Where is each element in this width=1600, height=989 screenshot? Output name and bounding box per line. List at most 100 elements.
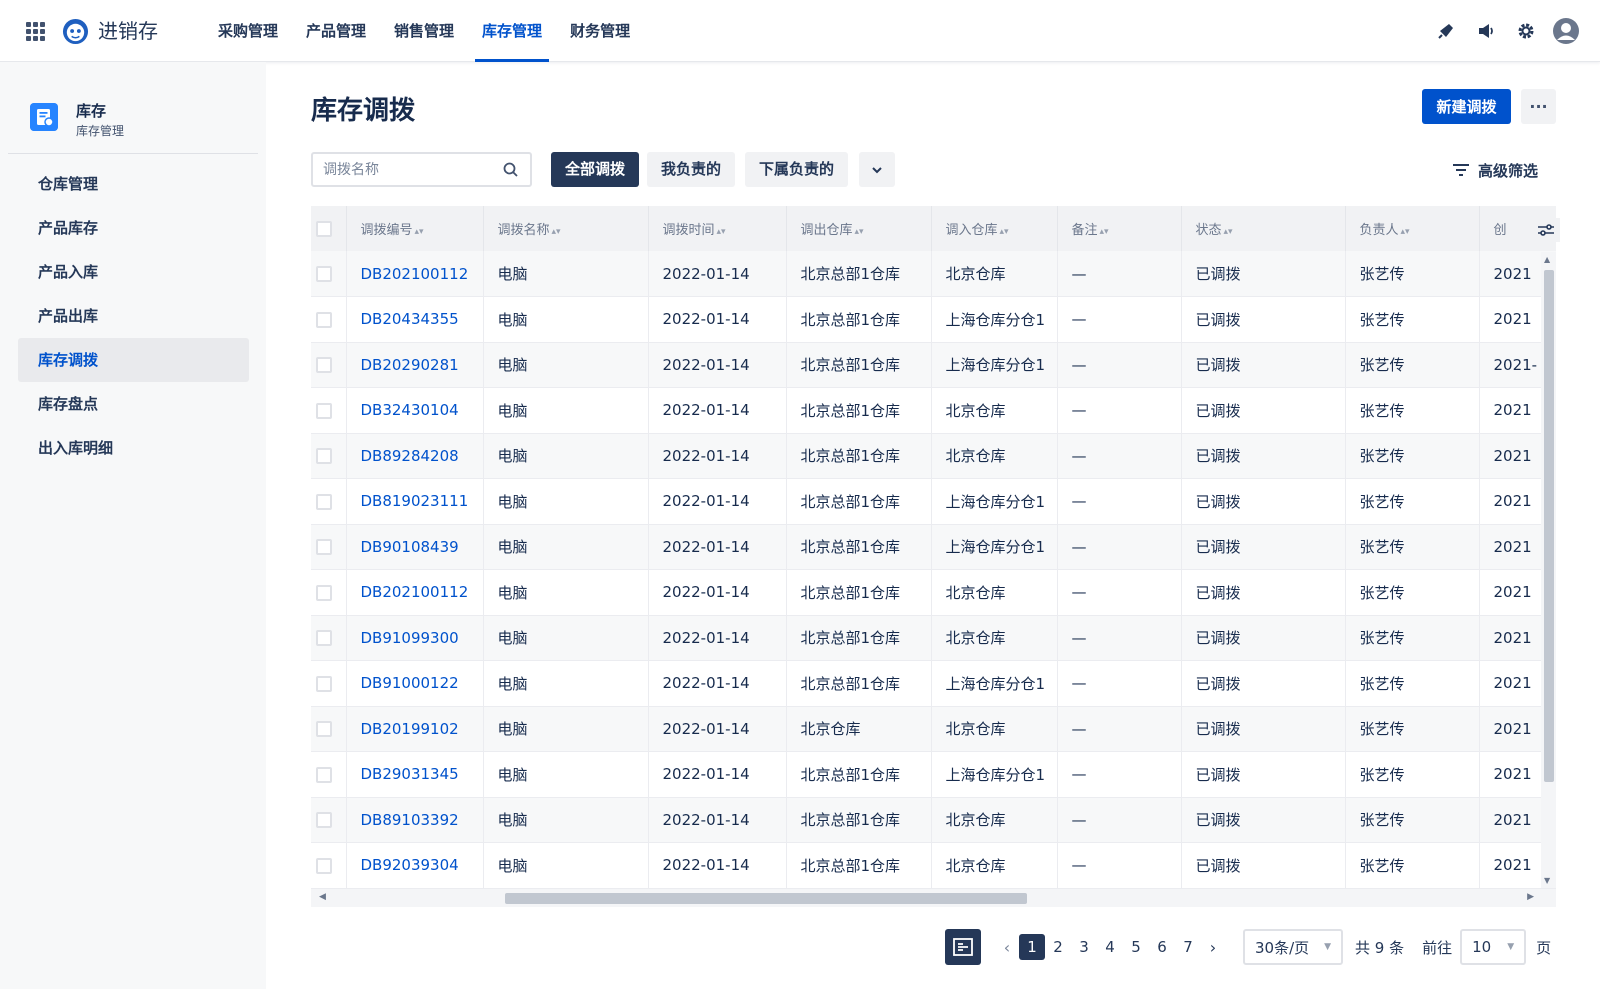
nav-product[interactable]: 产品管理	[296, 0, 376, 62]
tab-all-transfers[interactable]: 全部调拨	[551, 152, 640, 187]
row-checkbox[interactable]	[316, 448, 332, 465]
sidebar-item-warehouse[interactable]: 仓库管理	[18, 162, 249, 206]
transfer-code-link[interactable]: DB819023111	[361, 492, 469, 510]
row-checkbox[interactable]	[316, 675, 332, 692]
sidebar-item-in-out-detail[interactable]: 出入库明细	[18, 426, 249, 470]
view-toggle-icon[interactable]	[945, 929, 981, 965]
avatar-icon[interactable]	[1550, 15, 1582, 47]
scroll-right-arrow-icon[interactable]: ▶	[1527, 892, 1534, 902]
sidebar-item-stock-in[interactable]: 产品入库	[18, 250, 249, 294]
row-select-cell	[311, 524, 347, 570]
horizontal-scrollbar[interactable]: ◀ ▶	[311, 889, 1556, 907]
column-settings-icon[interactable]	[1532, 218, 1560, 242]
notification-icon[interactable]	[1430, 15, 1462, 47]
cell-in-warehouse: 北京仓库	[931, 569, 1058, 616]
select-all-checkbox[interactable]	[316, 220, 332, 237]
gear-icon[interactable]	[1510, 15, 1542, 47]
search-icon[interactable]	[502, 161, 520, 179]
prev-page-icon[interactable]: ‹	[995, 938, 1019, 957]
table-row[interactable]: DB32430104 电脑 2022-01-14 北京总部1仓库 北京仓库 — 已调拨 张艺传…	[311, 387, 1556, 434]
table-row[interactable]: DB20290281 电脑 2022-01-14 北京总部1仓库 上海仓库分仓1— 已调拨…	[311, 342, 1556, 388]
table-row[interactable]: DB90108439 电脑 2022-01-14 北京总部1仓库 上海仓库分仓1— 已调拨…	[311, 524, 1556, 570]
transfer-code-link[interactable]: DB32430104	[361, 401, 459, 419]
sidebar-item-transfer[interactable]: 库存调拨	[18, 338, 249, 382]
table-row[interactable]: DB89103392 电脑 2022-01-14 北京总部1仓库 北京仓库 — 已调拨 张艺传…	[311, 797, 1556, 843]
advanced-filter-button[interactable]: 高级筛选	[1452, 158, 1538, 182]
page-number[interactable]: 2	[1045, 934, 1071, 960]
row-checkbox[interactable]	[316, 493, 332, 510]
col-header-status[interactable]: 状态 ▴▾	[1181, 206, 1346, 251]
col-header-note[interactable]: 备注 ▴▾	[1057, 206, 1182, 251]
transfer-code-link[interactable]: DB29031345	[361, 765, 459, 783]
table-row[interactable]: DB29031345 电脑 2022-01-14 北京总部1仓库 上海仓库分仓1— 已调拨…	[311, 751, 1556, 798]
transfer-code-link[interactable]: DB20290281	[361, 356, 459, 374]
transfer-code-link[interactable]: DB90108439	[361, 538, 459, 556]
more-icon[interactable]: ···	[1521, 89, 1556, 124]
new-transfer-button[interactable]: 新建调拨	[1422, 89, 1511, 124]
sidebar-item-stocktake[interactable]: 库存盘点	[18, 382, 249, 426]
transfer-code-link[interactable]: DB89284208	[361, 447, 459, 465]
transfer-code-link[interactable]: DB202100112	[361, 583, 469, 601]
col-header-out-warehouse[interactable]: 调出仓库 ▴▾	[786, 206, 932, 251]
table-row[interactable]: DB20434355 电脑 2022-01-14 北京总部1仓库 上海仓库分仓1— 已调拨…	[311, 296, 1556, 343]
row-checkbox[interactable]	[316, 857, 332, 874]
transfer-code-link[interactable]: DB91000122	[361, 674, 459, 692]
transfer-code-link[interactable]: DB202100112	[361, 265, 469, 283]
row-checkbox[interactable]	[316, 630, 332, 647]
transfer-code-link[interactable]: DB89103392	[361, 811, 459, 829]
scroll-up-arrow-icon[interactable]: ▲	[1544, 255, 1550, 264]
col-header-name[interactable]: 调拨名称 ▴▾	[483, 206, 649, 251]
table-row[interactable]: DB20199102 电脑 2022-01-14 北京仓库 北京仓库 — 已调拨 张艺传 202…	[311, 706, 1556, 752]
next-page-icon[interactable]: ›	[1201, 938, 1225, 957]
sidebar-item-stock-out[interactable]: 产品出库	[18, 294, 249, 338]
row-checkbox[interactable]	[316, 402, 332, 419]
row-checkbox[interactable]	[316, 584, 332, 601]
row-checkbox[interactable]	[316, 721, 332, 738]
page-size-select[interactable]: 30条/页 ▼	[1243, 929, 1343, 965]
nav-purchase[interactable]: 采购管理	[208, 0, 288, 62]
transfer-code-link[interactable]: DB20434355	[361, 310, 459, 328]
filter-dropdown[interactable]	[859, 152, 895, 187]
vertical-scrollbar[interactable]: ▲ ▼	[1541, 252, 1556, 888]
nav-sales[interactable]: 销售管理	[384, 0, 464, 62]
vertical-scroll-thumb[interactable]	[1544, 270, 1554, 782]
scroll-down-arrow-icon[interactable]: ▼	[1544, 876, 1550, 885]
table-row[interactable]: DB91000122 电脑 2022-01-14 北京总部1仓库 上海仓库分仓1— 已调拨…	[311, 660, 1556, 707]
row-checkbox[interactable]	[316, 766, 332, 783]
page-number[interactable]: 3	[1071, 934, 1097, 960]
sidebar-item-product-stock[interactable]: 产品库存	[18, 206, 249, 250]
goto-page-select[interactable]: 10 ▼	[1460, 929, 1527, 965]
search-input[interactable]	[323, 160, 493, 180]
row-checkbox[interactable]	[316, 539, 332, 556]
col-header-in-warehouse[interactable]: 调入仓库 ▴▾	[931, 206, 1058, 251]
col-header-time[interactable]: 调拨时间 ▴▾	[648, 206, 787, 251]
table-row[interactable]: DB91099300 电脑 2022-01-14 北京总部1仓库 北京仓库 — 已调拨 张艺传…	[311, 615, 1556, 661]
page-number[interactable]: 7	[1175, 934, 1201, 960]
table-row[interactable]: DB89284208 电脑 2022-01-14 北京总部1仓库 北京仓库 — 已调拨 张艺传…	[311, 433, 1556, 479]
table-row[interactable]: DB92039304 电脑 2022-01-14 北京总部1仓库 北京仓库 — 已调拨 张艺传…	[311, 842, 1556, 889]
col-header-owner[interactable]: 负责人 ▴▾	[1345, 206, 1480, 251]
row-checkbox[interactable]	[316, 812, 332, 829]
table-row[interactable]: DB819023111 电脑 2022-01-14 北京总部1仓库 上海仓库分仓1— 已调…	[311, 478, 1556, 525]
col-header-code[interactable]: 调拨编号 ▴▾	[346, 206, 484, 251]
page-number[interactable]: 1	[1019, 934, 1045, 960]
row-checkbox[interactable]	[316, 266, 332, 282]
tab-subordinate-responsible[interactable]: 下属负责的	[745, 152, 849, 187]
transfer-code-link[interactable]: DB92039304	[361, 856, 459, 874]
transfer-code-link[interactable]: DB91099300	[361, 629, 459, 647]
tab-my-responsible[interactable]: 我负责的	[647, 152, 736, 187]
scroll-left-arrow-icon[interactable]: ◀	[319, 892, 326, 902]
table-row[interactable]: DB202100112 电脑 2022-01-14 北京总部1仓库 北京仓库 — 已调拨 张艺…	[311, 251, 1556, 297]
page-number[interactable]: 6	[1149, 934, 1175, 960]
row-checkbox[interactable]	[316, 311, 332, 328]
row-checkbox[interactable]	[316, 357, 332, 374]
nav-finance[interactable]: 财务管理	[560, 0, 640, 62]
table-row[interactable]: DB202100112 电脑 2022-01-14 北京总部1仓库 北京仓库 — 已调拨 张艺…	[311, 569, 1556, 616]
page-number[interactable]: 4	[1097, 934, 1123, 960]
horizontal-scroll-thumb[interactable]	[505, 893, 1027, 904]
app-grid-icon[interactable]	[26, 22, 45, 41]
transfer-code-link[interactable]: DB20199102	[361, 720, 459, 738]
page-number[interactable]: 5	[1123, 934, 1149, 960]
announcement-icon[interactable]	[1470, 15, 1502, 47]
nav-inventory[interactable]: 库存管理	[472, 0, 552, 62]
